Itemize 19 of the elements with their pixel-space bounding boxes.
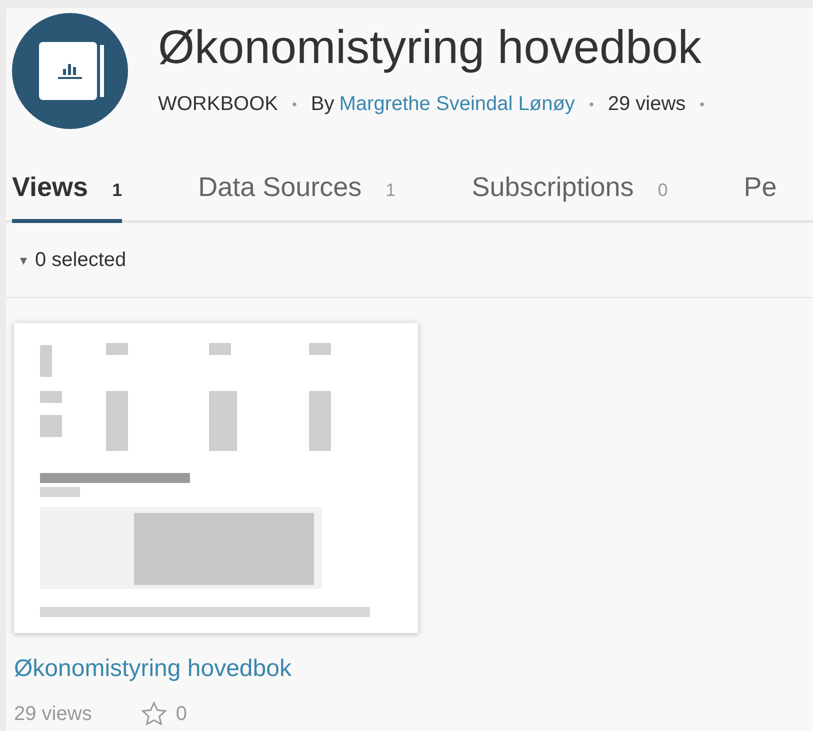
star-icon[interactable] bbox=[140, 700, 168, 728]
separator-dot: • bbox=[700, 94, 705, 114]
selection-count: 0 selected bbox=[35, 248, 126, 273]
tab[interactable]: Views 1 bbox=[12, 166, 122, 223]
caret-icon[interactable]: ▾ bbox=[20, 250, 27, 270]
tab[interactable]: Pe bbox=[744, 166, 777, 223]
separator-dot: • bbox=[588, 94, 594, 114]
owner-prefix: By bbox=[310, 92, 334, 117]
view-title-link[interactable]: Økonomistyring hovedbok bbox=[14, 651, 418, 687]
view-count: 29 views bbox=[14, 702, 92, 727]
workbook-title: Økonomistyring hovedbok bbox=[158, 19, 702, 75]
view-count: 29 views bbox=[608, 92, 686, 117]
separator-dot: • bbox=[292, 94, 297, 114]
workbook-icon bbox=[12, 13, 128, 129]
tab[interactable]: Subscriptions 0 bbox=[472, 166, 668, 223]
content-type-label: WORKBOOK bbox=[158, 92, 278, 117]
tab[interactable]: Data Sources 1 bbox=[198, 166, 396, 223]
favorite-count: 0 bbox=[176, 702, 187, 727]
owner-link[interactable]: Margrethe Sveindal Lønøy bbox=[339, 89, 575, 119]
